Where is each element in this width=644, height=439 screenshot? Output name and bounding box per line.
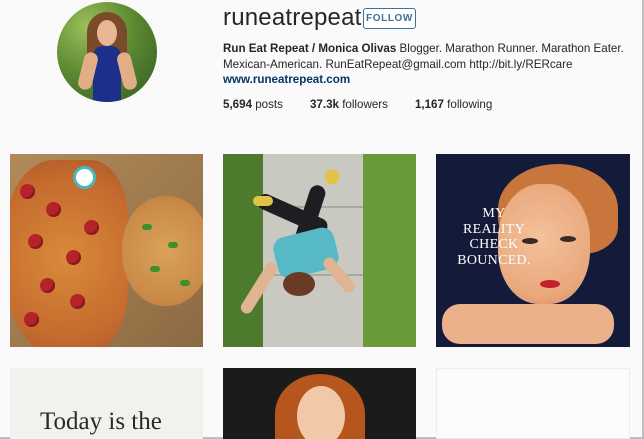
posts-stat: 5,694 posts [223, 98, 283, 111]
posts-label: posts [252, 98, 283, 111]
grass-left [223, 154, 263, 347]
avatar-face [97, 20, 117, 46]
pepperoni-slice [84, 220, 99, 235]
runner-shoe [325, 170, 339, 184]
selfie-face [297, 386, 345, 439]
post-thumbnail-runner[interactable] [223, 154, 416, 347]
profile-bio: Run Eat Repeat / Monica Olivas Blogger. … [223, 41, 633, 73]
posts-count: 5,694 [223, 98, 253, 111]
avatar-top [93, 46, 121, 102]
post-thumbnail-blank[interactable] [436, 368, 630, 439]
pepper-slice [150, 266, 160, 272]
pepper-slice [142, 224, 152, 230]
profile-username: runeatrepeat [223, 4, 362, 31]
box-sticker [73, 166, 96, 189]
post-thumbnail-quote[interactable]: Today is the [10, 368, 203, 439]
profile-stats: 5,694 posts 37.3k followers 1,167 follow… [223, 98, 519, 111]
pepperoni-slice [40, 278, 55, 293]
followers-stat[interactable]: 37.3k followers [310, 98, 388, 111]
post-thumbnail-selfie[interactable] [223, 368, 416, 439]
runner-shoe [253, 196, 273, 206]
following-count: 1,167 [414, 98, 444, 111]
vintage-hand [442, 304, 614, 344]
pepperoni-slice [46, 202, 61, 217]
vintage-eye [560, 236, 576, 242]
following-stat[interactable]: 1,167 following [415, 98, 492, 111]
quote-text: Today is the [40, 408, 162, 435]
runner-head [283, 272, 315, 296]
followers-label: followers [338, 98, 388, 111]
pepperoni-slice [70, 294, 85, 309]
profile-website-link[interactable]: www.runeatrepeat.com [223, 73, 350, 86]
pepperoni-slice [20, 184, 35, 199]
following-label: following [443, 98, 493, 111]
follow-button[interactable]: FOLLOW [363, 8, 416, 29]
pepper-slice [168, 242, 178, 248]
vintage-lips [540, 280, 560, 288]
post-thumbnail-vintage[interactable]: MY REALITY CHECK BOUNCED. [436, 154, 630, 347]
grass-right [363, 154, 416, 347]
profile-avatar[interactable] [57, 2, 157, 102]
pepperoni-slice [28, 234, 43, 249]
followers-count: 37.3k [309, 98, 339, 111]
sidewalk-joint [261, 274, 367, 276]
pizza-veggie [122, 196, 203, 306]
post-thumbnail-pizza[interactable] [10, 154, 203, 347]
pepper-slice [180, 280, 190, 286]
pepperoni-slice [24, 312, 39, 327]
bio-full-name: Run Eat Repeat / Monica Olivas [223, 42, 397, 55]
vintage-caption: MY REALITY CHECK BOUNCED. [457, 206, 531, 268]
pepperoni-slice [66, 250, 81, 265]
